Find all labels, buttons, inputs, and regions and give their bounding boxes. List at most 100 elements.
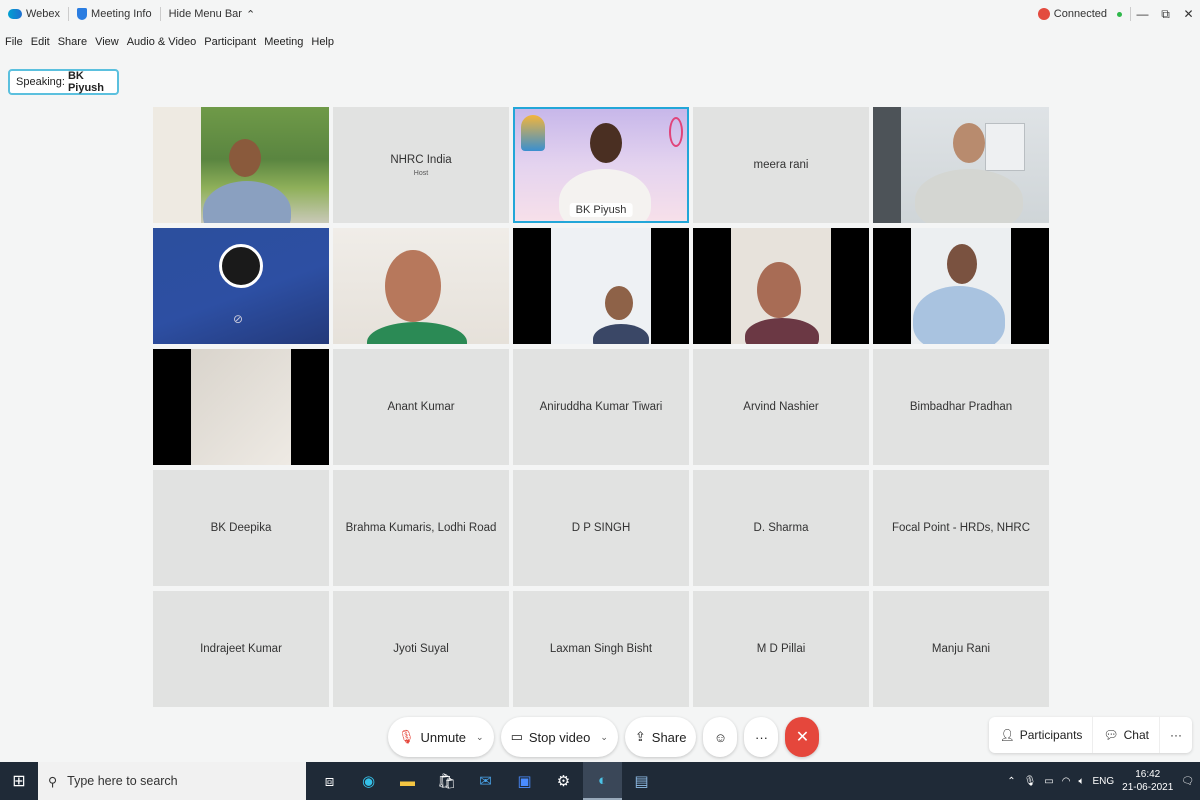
- edge-app[interactable]: ◉: [349, 762, 388, 800]
- video-tile[interactable]: [873, 228, 1049, 344]
- menu-meeting[interactable]: Meeting: [260, 36, 307, 48]
- participant-name: meera rani: [753, 159, 809, 171]
- share-label: Share: [651, 729, 687, 745]
- more-panels-button[interactable]: ···: [1160, 717, 1192, 753]
- volume-icon[interactable]: 🔈︎: [1078, 776, 1084, 787]
- speaking-label: Speaking:: [16, 76, 65, 88]
- participant-tile[interactable]: D P SINGH: [513, 470, 689, 586]
- video-tile[interactable]: [153, 349, 329, 465]
- leave-meeting-button[interactable]: ✕: [785, 717, 820, 757]
- reactions-button[interactable]: ☺: [703, 717, 738, 757]
- close-icon: ✕: [795, 729, 810, 746]
- chevron-down-icon[interactable]: ⌄: [600, 732, 608, 743]
- taskbar-clock[interactable]: 16:42 21-06-2021: [1122, 768, 1173, 794]
- stop-video-button[interactable]: ▭ Stop video ⌄: [500, 717, 618, 757]
- menu-help[interactable]: Help: [307, 36, 338, 48]
- settings-app[interactable]: ⚙: [544, 762, 583, 800]
- taskbar-search-box[interactable]: ⚲ Type here to search: [38, 762, 306, 800]
- meeting-info-label: Meeting Info: [91, 8, 152, 20]
- windows-start-button[interactable]: ⊞: [0, 762, 38, 800]
- chevron-up-icon[interactable]: ⌃: [1007, 776, 1015, 787]
- folder-icon: ▬: [400, 772, 415, 790]
- menu-share[interactable]: Share: [54, 36, 91, 48]
- participant-video: [229, 139, 261, 177]
- mail-app[interactable]: ✉: [466, 762, 505, 800]
- video-tile[interactable]: [873, 107, 1049, 223]
- chat-label: Chat: [1123, 728, 1149, 742]
- zoom-app[interactable]: ▣: [505, 762, 544, 800]
- participant-tile[interactable]: D. Sharma: [693, 470, 869, 586]
- menu-participant[interactable]: Participant: [200, 36, 260, 48]
- wifi-icon[interactable]: ◠: [1062, 776, 1071, 787]
- share-button[interactable]: ⇪ Share: [624, 717, 697, 757]
- title-bar: Webex Meeting Info Hide Menu Bar ⌃ Conne…: [0, 0, 1200, 28]
- participant-tile[interactable]: Brahma Kumaris, Lodhi Road: [333, 470, 509, 586]
- app-name: Webex: [26, 8, 61, 20]
- person-icon: 👤︎: [999, 728, 1015, 742]
- microphone-icon[interactable]: 🎙︎: [1024, 776, 1037, 787]
- system-tray: ⌃ 🎙︎ ▭ ◠ 🔈︎ ENG 16:42 21-06-2021 🗨︎: [1007, 762, 1200, 800]
- chat-button[interactable]: 💬︎ Chat: [1093, 717, 1160, 753]
- participant-tile[interactable]: Bimbadhar Pradhan: [873, 349, 1049, 465]
- participant-tile[interactable]: Laxman Singh Bisht: [513, 591, 689, 707]
- participant-tile[interactable]: Arvind Nashier: [693, 349, 869, 465]
- stop-video-label: Stop video: [528, 729, 591, 745]
- document-icon: ▤: [634, 773, 649, 790]
- video-tile[interactable]: [153, 107, 329, 223]
- participant-name: NHRC India: [390, 153, 452, 166]
- video-tile[interactable]: [333, 228, 509, 344]
- meeting-info-button[interactable]: Meeting Info: [69, 0, 160, 28]
- video-tile[interactable]: [513, 228, 689, 344]
- battery-icon[interactable]: ▭: [1044, 776, 1053, 787]
- unmute-button[interactable]: 🎙︎ Unmute ⌄: [388, 717, 494, 757]
- participant-video: [203, 181, 291, 223]
- restore-button[interactable]: ⧉: [1154, 7, 1177, 22]
- participant-tile[interactable]: Manju Rani: [873, 591, 1049, 707]
- participant-tile[interactable]: Anant Kumar: [333, 349, 509, 465]
- hide-menu-bar-button[interactable]: Hide Menu Bar ⌃: [161, 0, 264, 28]
- video-tile-camera-off[interactable]: ⊘: [153, 228, 329, 344]
- minimize-button[interactable]: —: [1131, 7, 1154, 21]
- video-tile[interactable]: [693, 228, 869, 344]
- menu-file[interactable]: File: [0, 36, 27, 48]
- store-app[interactable]: 🛍︎: [427, 762, 466, 800]
- participant-video: [590, 123, 622, 163]
- participant-tile[interactable]: Aniruddha Kumar Tiwari: [513, 349, 689, 465]
- chevron-down-icon[interactable]: ⌄: [476, 732, 484, 743]
- task-view-icon: ⧈: [324, 772, 335, 790]
- window-controls: Connected — ⧉ ✕: [1030, 0, 1200, 28]
- webex-menu[interactable]: Webex: [0, 0, 68, 28]
- video-tile-active-speaker[interactable]: BK Piyush: [513, 107, 689, 223]
- side-panel-controls: 👤︎ Participants 💬︎ Chat ···: [989, 717, 1192, 753]
- obs-logo-icon: [219, 244, 263, 288]
- notifications-icon[interactable]: 🗨︎: [1181, 776, 1194, 787]
- connection-status[interactable]: Connected: [1030, 0, 1130, 28]
- participant-tile[interactable]: BK Deepika: [153, 470, 329, 586]
- participants-button[interactable]: 👤︎ Participants: [989, 717, 1094, 753]
- yoga-logo-icon: [521, 115, 545, 151]
- meeting-controls: 🎙︎ Unmute ⌄ ▭ Stop video ⌄ ⇪ Share ☺ ···…: [388, 717, 820, 757]
- file-explorer-app[interactable]: ▬: [388, 762, 427, 800]
- more-options-button[interactable]: ···: [744, 717, 779, 757]
- close-button[interactable]: ✕: [1177, 7, 1200, 21]
- more-icon: ···: [1170, 728, 1182, 742]
- participant-name: D. Sharma: [753, 522, 809, 534]
- camera-off-icon: ⊘: [233, 312, 244, 326]
- gear-icon: ⚙: [556, 773, 571, 790]
- participant-tile[interactable]: M D Pillai: [693, 591, 869, 707]
- connection-label: Connected: [1053, 8, 1107, 20]
- participant-tile[interactable]: Indrajeet Kumar: [153, 591, 329, 707]
- task-view-button[interactable]: ⧈: [310, 762, 349, 800]
- menu-audio-video[interactable]: Audio & Video: [123, 36, 201, 48]
- menu-view[interactable]: View: [91, 36, 123, 48]
- participant-tile[interactable]: Jyoti Suyal: [333, 591, 509, 707]
- participant-tile-nhrc-india[interactable]: NHRC India Host: [333, 107, 509, 223]
- webex-app[interactable]: ◐: [583, 762, 622, 800]
- mic-muted-icon: 🎙︎: [398, 729, 415, 744]
- participant-tile-meera-rani[interactable]: meera rani: [693, 107, 869, 223]
- menu-edit[interactable]: Edit: [27, 36, 54, 48]
- notepad-app[interactable]: ▤: [622, 762, 661, 800]
- language-indicator[interactable]: ENG: [1092, 776, 1114, 787]
- participant-tile[interactable]: Focal Point - HRDs, NHRC: [873, 470, 1049, 586]
- participant-video: [915, 169, 1023, 223]
